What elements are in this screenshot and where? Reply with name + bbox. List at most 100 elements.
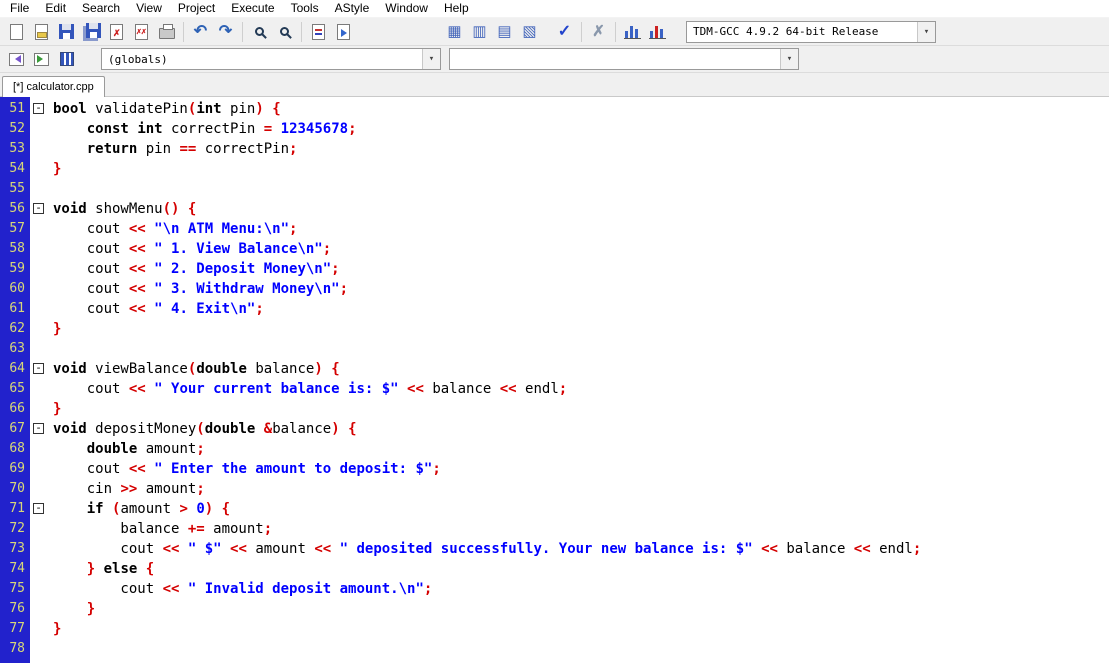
compiler-select[interactable]: TDM-GCC 4.9.2 64-bit Release ▾	[686, 20, 936, 43]
line-number[interactable]: 60	[0, 279, 30, 299]
profile-analysis-button[interactable]	[620, 20, 645, 44]
line-number[interactable]: 51	[0, 99, 30, 119]
line-number[interactable]: 64	[0, 359, 30, 379]
menu-execute[interactable]: Execute	[223, 0, 282, 17]
code-line[interactable]: 74 } else {	[0, 559, 1109, 579]
code-line[interactable]: 77}	[0, 619, 1109, 639]
code-line[interactable]: 65 cout << " Your current balance is: $"…	[0, 379, 1109, 399]
fold-marker-icon[interactable]: -	[33, 502, 44, 514]
code-line[interactable]: 76 }	[0, 599, 1109, 619]
abort-compilation-button[interactable]: ✗	[586, 20, 611, 44]
line-number[interactable]: 75	[0, 579, 30, 599]
line-number[interactable]: 71	[0, 499, 30, 519]
code-line[interactable]: 54}	[0, 159, 1109, 179]
line-number[interactable]: 55	[0, 179, 30, 199]
code-line[interactable]: 73 cout << " $" << amount << " deposited…	[0, 539, 1109, 559]
code-line[interactable]: 52 const int correctPin = 12345678;	[0, 119, 1109, 139]
line-number[interactable]: 63	[0, 339, 30, 359]
find-in-files-button[interactable]	[272, 20, 297, 44]
code-line[interactable]: 78	[0, 639, 1109, 659]
delete-profiling-button[interactable]	[645, 20, 670, 44]
print-button[interactable]	[154, 20, 179, 44]
syntax-check-button[interactable]: ✓	[552, 20, 577, 44]
new-file-button[interactable]	[4, 20, 29, 44]
fold-marker-icon[interactable]: -	[33, 362, 44, 374]
goto-declaration-button[interactable]	[4, 47, 29, 71]
menu-tools[interactable]: Tools	[283, 0, 327, 17]
save-button[interactable]	[54, 20, 79, 44]
line-number[interactable]: 68	[0, 439, 30, 459]
goto-definition-button[interactable]	[29, 47, 54, 71]
dropdown-arrow-icon[interactable]: ▾	[422, 49, 440, 69]
menu-search[interactable]: Search	[74, 0, 128, 17]
find-button[interactable]	[247, 20, 272, 44]
menu-project[interactable]: Project	[170, 0, 223, 17]
code-line[interactable]: 75 cout << " Invalid deposit amount.\n";	[0, 579, 1109, 599]
open-file-button[interactable]	[29, 20, 54, 44]
line-number[interactable]: 61	[0, 299, 30, 319]
line-number[interactable]: 67	[0, 419, 30, 439]
code-line[interactable]: 72 balance += amount;	[0, 519, 1109, 539]
line-number[interactable]: 58	[0, 239, 30, 259]
member-select[interactable]: ▾	[449, 48, 799, 70]
code-line[interactable]: 69 cout << " Enter the amount to deposit…	[0, 459, 1109, 479]
line-number[interactable]: 66	[0, 399, 30, 419]
menu-edit[interactable]: Edit	[37, 0, 74, 17]
line-number[interactable]: 65	[0, 379, 30, 399]
code-line[interactable]: 59 cout << " 2. Deposit Money\n";	[0, 259, 1109, 279]
code-line[interactable]: 60 cout << " 3. Withdraw Money\n";	[0, 279, 1109, 299]
code-line[interactable]: 56- void showMenu() {	[0, 199, 1109, 219]
line-number[interactable]: 52	[0, 119, 30, 139]
menu-window[interactable]: Window	[377, 0, 436, 17]
menu-view[interactable]: View	[128, 0, 170, 17]
line-number[interactable]: 53	[0, 139, 30, 159]
line-number[interactable]: 72	[0, 519, 30, 539]
line-number[interactable]: 73	[0, 539, 30, 559]
redo-button[interactable]: ↷	[213, 20, 238, 44]
line-number[interactable]: 77	[0, 619, 30, 639]
code-line[interactable]: 63	[0, 339, 1109, 359]
close-file-button[interactable]	[104, 20, 129, 44]
class-browser-toggle[interactable]: ▧	[517, 20, 542, 44]
undo-button[interactable]: ↶	[188, 20, 213, 44]
code-line[interactable]: 53 return pin == correctPin;	[0, 139, 1109, 159]
code-line[interactable]: 55	[0, 179, 1109, 199]
code-line[interactable]: 70 cin >> amount;	[0, 479, 1109, 499]
view-classes-button[interactable]	[54, 47, 79, 71]
line-number[interactable]: 62	[0, 319, 30, 339]
report-window-toggle[interactable]: ▤	[492, 20, 517, 44]
line-number[interactable]: 76	[0, 599, 30, 619]
menu-help[interactable]: Help	[436, 0, 477, 17]
code-editor[interactable]: 51- bool validatePin(int pin) {52 const i…	[0, 97, 1109, 663]
replace-button[interactable]	[306, 20, 331, 44]
line-number[interactable]: 54	[0, 159, 30, 179]
code-line[interactable]: 71- if (amount > 0) {	[0, 499, 1109, 519]
code-line[interactable]: 68 double amount;	[0, 439, 1109, 459]
fold-marker-icon[interactable]: -	[33, 202, 44, 214]
code-line[interactable]: 67- void depositMoney(double &balance) {	[0, 419, 1109, 439]
close-all-button[interactable]	[129, 20, 154, 44]
code-line[interactable]: 66}	[0, 399, 1109, 419]
menu-astyle[interactable]: AStyle	[327, 0, 378, 17]
fold-marker-icon[interactable]: -	[33, 102, 44, 114]
line-number[interactable]: 69	[0, 459, 30, 479]
code-line[interactable]: 57 cout << "\n ATM Menu:\n";	[0, 219, 1109, 239]
goto-line-button[interactable]	[331, 20, 356, 44]
code-line[interactable]: 61 cout << " 4. Exit\n";	[0, 299, 1109, 319]
dropdown-arrow-icon[interactable]: ▾	[780, 49, 798, 69]
project-manager-toggle[interactable]: ▦	[442, 20, 467, 44]
line-number[interactable]: 57	[0, 219, 30, 239]
scope-select[interactable]: (globals) ▾	[101, 48, 441, 70]
code-line[interactable]: 62}	[0, 319, 1109, 339]
line-number[interactable]: 74	[0, 559, 30, 579]
code-line[interactable]: 51- bool validatePin(int pin) {	[0, 99, 1109, 119]
code-line[interactable]: 58 cout << " 1. View Balance\n";	[0, 239, 1109, 259]
save-all-button[interactable]	[79, 20, 104, 44]
line-number[interactable]: 70	[0, 479, 30, 499]
line-number[interactable]: 59	[0, 259, 30, 279]
line-number[interactable]: 78	[0, 639, 30, 659]
tab-calculator-cpp[interactable]: [*] calculator.cpp	[2, 76, 105, 97]
menu-file[interactable]: File	[2, 0, 37, 17]
statusbar-toggle[interactable]: ▥	[467, 20, 492, 44]
fold-marker-icon[interactable]: -	[33, 422, 44, 434]
